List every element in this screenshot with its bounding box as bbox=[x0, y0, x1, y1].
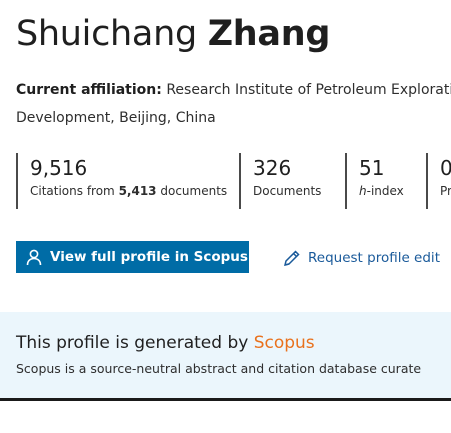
documents-label: Documents bbox=[253, 184, 322, 198]
scopus-info-banner: This profile is generated by Scopus Scop… bbox=[0, 312, 451, 398]
metric-preprints: 0 Pr bbox=[426, 153, 451, 209]
affiliation-label: Current affiliation: bbox=[16, 82, 162, 98]
scopus-link[interactable]: Scopus bbox=[254, 333, 315, 353]
request-profile-edit-link[interactable]: Request profile edit bbox=[282, 243, 440, 273]
citations-label: Citations from 5,413 documents bbox=[30, 182, 240, 200]
citations-value: 9,516 bbox=[30, 156, 88, 180]
banner-description: Scopus is a source-neutral abstract and … bbox=[16, 361, 422, 376]
h-index-value: 51 bbox=[359, 156, 385, 180]
metric-documents: 326 Documents bbox=[239, 153, 345, 209]
external-link-icon bbox=[256, 249, 272, 265]
h-index-label-suffix: -index bbox=[366, 184, 404, 198]
citations-label-prefix: Citations from bbox=[30, 184, 115, 198]
metric-h-index: 51 h-index bbox=[345, 153, 427, 209]
affiliation-line1: Research Institute of Petroleum Explorat… bbox=[166, 82, 451, 98]
banner-title: This profile is generated by Scopus bbox=[16, 331, 315, 355]
user-icon bbox=[24, 247, 44, 267]
request-profile-edit-label: Request profile edit bbox=[308, 250, 440, 266]
preprints-label: Pr bbox=[440, 184, 451, 198]
pencil-icon bbox=[282, 248, 302, 268]
author-first-name: Shuichang bbox=[16, 14, 197, 54]
h-index-label: h-index bbox=[359, 182, 427, 200]
current-affiliation: Current affiliation: Research Institute … bbox=[16, 76, 451, 132]
affiliation-line2: Development, Beijing, China bbox=[16, 110, 216, 126]
documents-value: 326 bbox=[253, 156, 292, 180]
metric-citations: 9,516 Citations from 5,413 documents bbox=[16, 153, 240, 209]
citations-label-suffix: documents bbox=[160, 184, 228, 198]
section-divider bbox=[0, 398, 451, 401]
h-index-label-italic: h bbox=[359, 184, 367, 198]
citations-document-count: 5,413 bbox=[118, 184, 157, 198]
view-full-profile-button[interactable]: View full profile in Scopus bbox=[16, 241, 270, 273]
preprints-value: 0 bbox=[440, 156, 451, 180]
banner-title-prefix: This profile is generated by bbox=[16, 333, 249, 353]
author-last-name: Zhang bbox=[207, 14, 331, 54]
metrics-row: 9,516 Citations from 5,413 documents 326… bbox=[16, 153, 451, 209]
author-name: Shuichang Zhang bbox=[16, 10, 330, 58]
view-full-profile-label: View full profile in Scopus bbox=[50, 249, 248, 265]
